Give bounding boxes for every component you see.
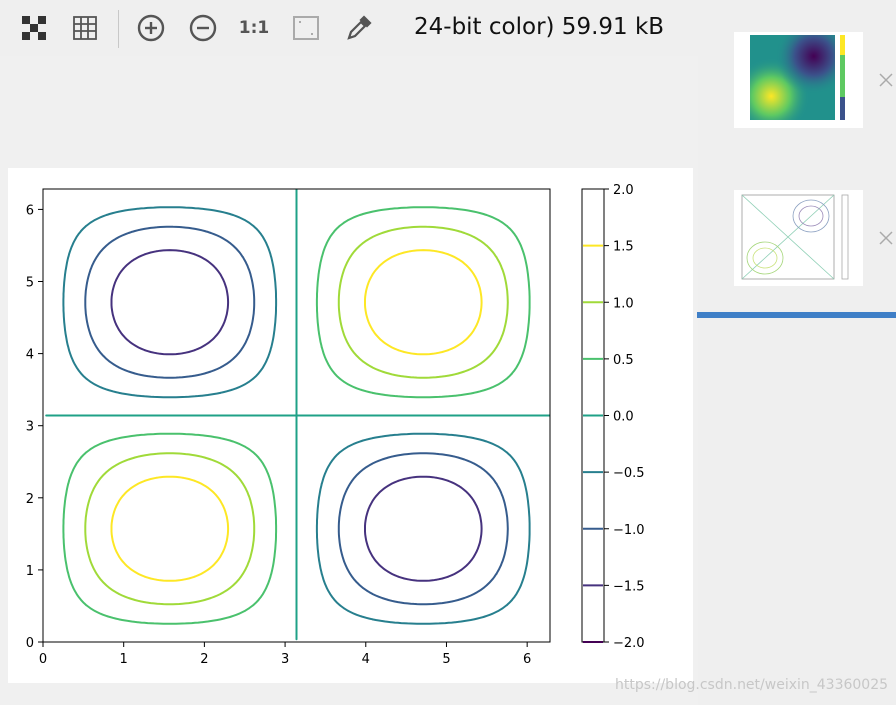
y-tick-label: 2 <box>26 492 34 507</box>
x-tick-label: 2 <box>200 652 208 667</box>
x-tick-label: 4 <box>362 652 370 667</box>
colorbar-tick-label: 1.0 <box>613 296 634 311</box>
chessboard-icon[interactable] <box>18 12 50 44</box>
colorbar-tick-label: −1.0 <box>613 523 645 538</box>
y-tick-label: 3 <box>26 420 34 435</box>
zoom-in-icon[interactable] <box>135 12 167 44</box>
selected-thumbnail-indicator <box>697 312 896 318</box>
y-tick-label: 6 <box>26 203 34 218</box>
fit-screen-icon[interactable] <box>290 12 322 44</box>
thumbnail-heatmap[interactable] <box>734 32 863 128</box>
image-info-text: 24-bit color) 59.91 kB <box>414 14 665 40</box>
colorbar-tick-label: 1.5 <box>613 240 634 255</box>
colorbar-tick-label: 0.5 <box>613 353 634 368</box>
watermark: https://blog.csdn.net/weixin_43360025 <box>615 677 889 693</box>
colorbar-tick-label: −0.5 <box>613 466 645 481</box>
close-icon[interactable] <box>876 70 896 90</box>
x-tick-label: 3 <box>281 652 289 667</box>
image-canvas: 0 1 2 3 4 5 6 0 1 2 3 4 5 6 2.0 1.5 1.0 0.5 0.0 −0.5 −1.0 −1.… <box>8 168 693 683</box>
color-picker-icon[interactable] <box>343 12 375 44</box>
actual-size-label: 1:1 <box>238 18 270 38</box>
thumbnail-contour[interactable] <box>734 190 863 286</box>
contour-level-line <box>45 189 550 641</box>
toolbar-divider <box>118 10 119 48</box>
y-tick-label: 4 <box>26 348 34 363</box>
colorbar-tick-label: −2.0 <box>613 636 645 651</box>
close-icon[interactable] <box>876 228 896 248</box>
x-tick-label: 5 <box>442 652 450 667</box>
y-tick-label: 0 <box>26 636 34 651</box>
colorbar-tick-label: −1.5 <box>613 579 645 594</box>
y-tick-label: 1 <box>26 564 34 579</box>
colorbar-tick-label: 2.0 <box>613 183 634 198</box>
zoom-out-icon[interactable] <box>187 12 219 44</box>
grid-icon[interactable] <box>69 12 101 44</box>
contour-plot: 0 1 2 3 4 5 6 0 1 2 3 4 5 6 2.0 1.5 1.0 0.5 0.0 −0.5 −1.0 −1.… <box>26 183 645 667</box>
x-tick-label: 0 <box>39 652 47 667</box>
x-tick-label: 1 <box>120 652 128 667</box>
actual-size-icon[interactable]: 1:1 <box>238 12 270 44</box>
colorbar-tick-label: 0.0 <box>613 410 634 425</box>
toolbar: 1:1 24-bit color) 59.91 kB <box>0 0 700 56</box>
y-tick-label: 5 <box>26 276 34 291</box>
x-tick-label: 6 <box>523 652 531 667</box>
